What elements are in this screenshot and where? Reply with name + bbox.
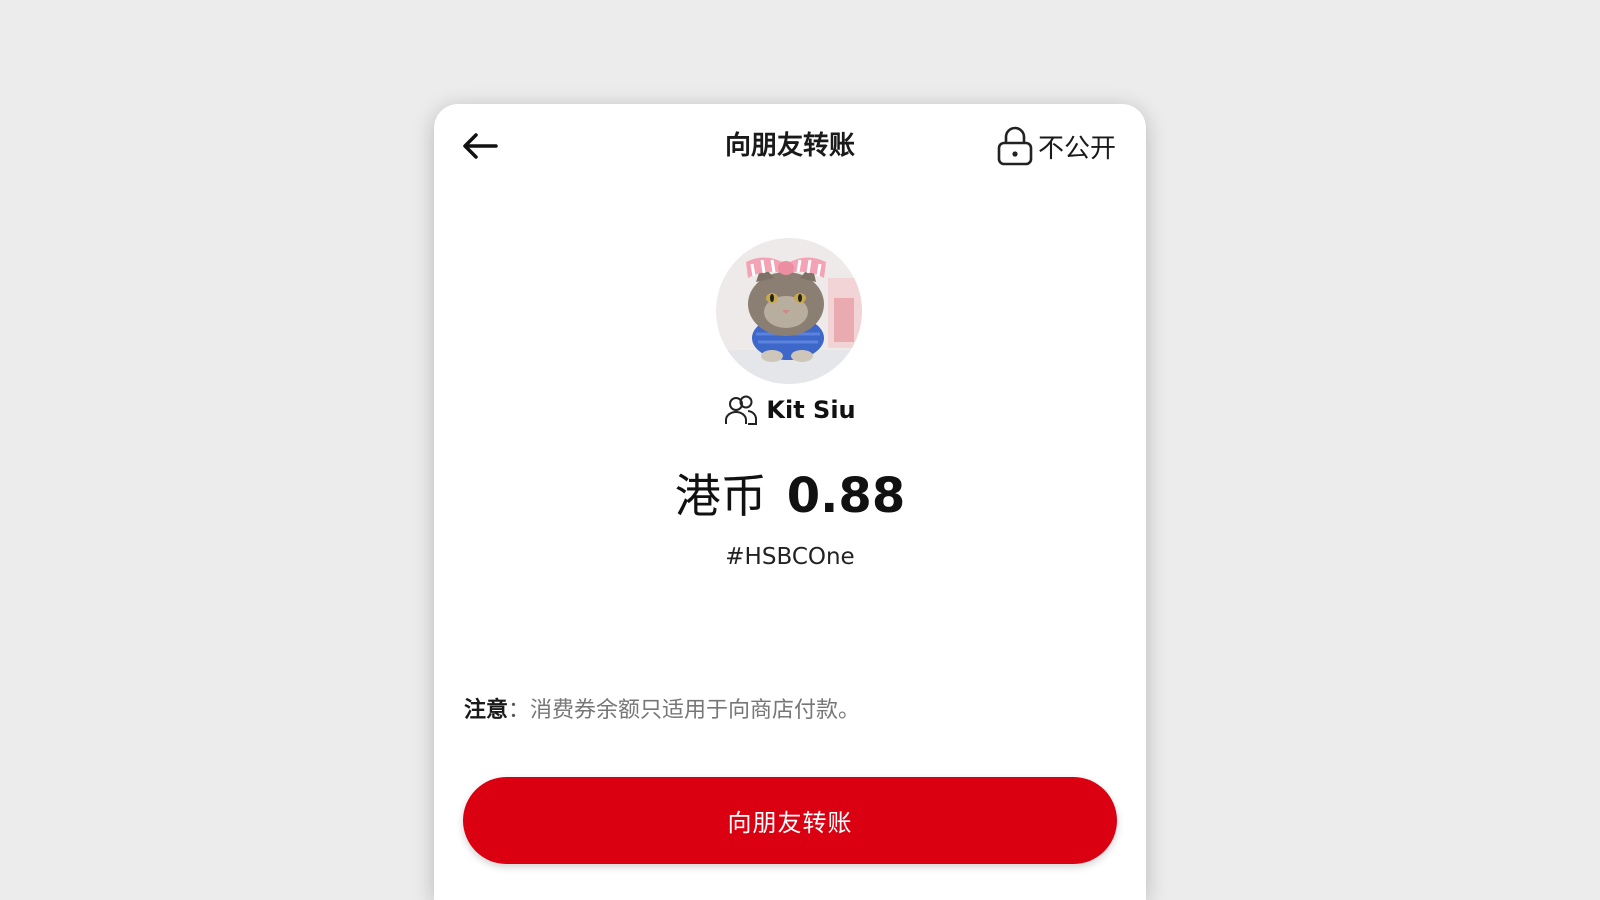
privacy-label: 不公开 bbox=[1037, 133, 1116, 164]
header: 向朋友转账 不公开 bbox=[434, 104, 1146, 184]
hashtag: #HSBCOne bbox=[725, 544, 855, 570]
avatar bbox=[716, 238, 862, 384]
recipient: Kit Siu bbox=[434, 394, 1146, 426]
amount-display: 港币 0.88 bbox=[434, 466, 1146, 537]
amount-value: 0.88 bbox=[786, 468, 906, 524]
lock-icon bbox=[997, 126, 1033, 166]
currency-label: 港币 bbox=[674, 469, 767, 523]
note-text: 消费券余额只适用于向商店付款。 bbox=[530, 698, 861, 723]
privacy-toggle[interactable]: 不公开 bbox=[996, 124, 1116, 168]
note: 注意：消费券余额只适用于向商店付款。 bbox=[464, 692, 860, 724]
note-colon: ： bbox=[508, 698, 531, 723]
recipient-name: Kit Siu bbox=[766, 396, 856, 424]
note-label: 注意 bbox=[464, 698, 509, 723]
transfer-card: 向朋友转账 不公开 Kit Siu 港币 0.88 #HSBCOne 注意：消费… bbox=[434, 104, 1146, 900]
cat-avatar-image bbox=[716, 238, 862, 384]
people-icon bbox=[725, 395, 758, 425]
transfer-button[interactable]: 向朋友转账 bbox=[463, 777, 1117, 864]
